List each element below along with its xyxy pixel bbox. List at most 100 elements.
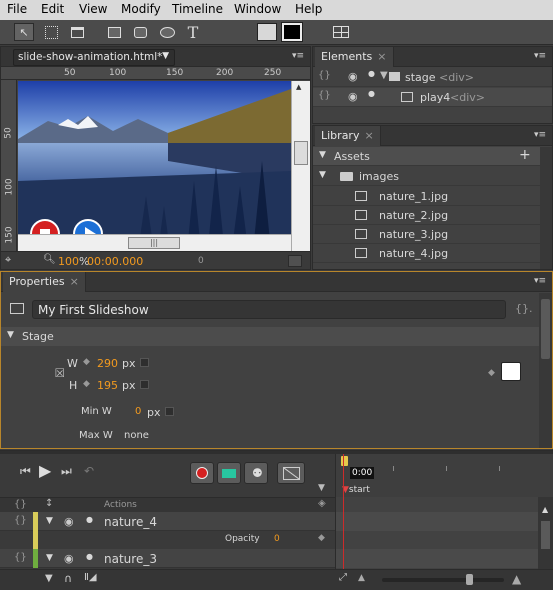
options-button[interactable] xyxy=(288,255,302,267)
eye-icon[interactable]: ◉ xyxy=(64,552,74,565)
horizontal-scrollbar[interactable]: ||| xyxy=(18,234,291,251)
max-width-value[interactable]: none xyxy=(124,430,149,441)
width-value[interactable]: 290 xyxy=(97,357,118,370)
zoom-in-icon[interactable]: ▲ xyxy=(512,572,521,586)
menu-window[interactable]: Window xyxy=(234,2,281,16)
pin-button[interactable]: ⚉ xyxy=(244,462,268,484)
vertical-scrollbar[interactable]: ▲ xyxy=(291,81,310,251)
crosshair-icon[interactable]: ⌖ xyxy=(5,253,11,267)
panel-menu-icon[interactable]: ▾≡ xyxy=(534,130,546,140)
property-value[interactable]: 0 xyxy=(274,534,280,544)
zoom-out-icon[interactable]: ▲ xyxy=(358,573,365,583)
height-unit[interactable]: px xyxy=(122,379,136,392)
filter-icon[interactable]: ▼ xyxy=(45,573,53,584)
close-icon[interactable]: × xyxy=(377,50,386,63)
keyframe-diamond-icon[interactable]: ◆ xyxy=(318,533,325,543)
time-ruler[interactable]: 0:00 ▼start xyxy=(335,454,553,497)
grid-snap-icon[interactable]: Ⅱ◢ xyxy=(84,572,97,583)
width-unit[interactable]: px xyxy=(122,357,136,370)
zoom-value[interactable]: 100 xyxy=(58,255,79,268)
file-row[interactable]: nature_2.jpg xyxy=(313,206,552,225)
lock-dot-icon[interactable]: ● xyxy=(86,552,93,561)
stage-canvas[interactable] xyxy=(18,81,291,251)
magnet-icon[interactable]: ∩ xyxy=(64,572,72,585)
disclosure-icon[interactable]: ▼ xyxy=(319,150,326,160)
actions-braces-icon[interactable]: {}. xyxy=(515,302,533,315)
rounded-rectangle-tool-icon[interactable] xyxy=(130,23,150,41)
scrollbar-thumb[interactable] xyxy=(541,299,550,359)
disclosure-icon[interactable]: ▼ xyxy=(46,516,53,526)
folder-row[interactable]: ▼ images xyxy=(313,167,552,186)
property-track-row[interactable]: Opacity 0 ◆ xyxy=(0,531,335,549)
tab-elements[interactable]: Elements × xyxy=(315,47,394,67)
panel-menu-icon[interactable]: ▾≡ xyxy=(292,51,304,61)
undo-icon[interactable]: ↶ xyxy=(84,464,94,478)
timeline-scrollbar[interactable]: ▲ xyxy=(538,497,553,569)
chevron-down-icon[interactable]: ▼ xyxy=(318,483,325,493)
auto-transition-button[interactable] xyxy=(217,462,241,484)
scrollbar-thumb[interactable]: ||| xyxy=(128,237,180,249)
rectangle-tool-icon[interactable] xyxy=(104,23,124,41)
file-row[interactable]: nature_4.jpg xyxy=(313,244,552,263)
text-tool-icon[interactable]: T xyxy=(183,23,203,42)
disclosure-icon[interactable]: ▼ xyxy=(380,70,388,81)
title-field[interactable]: My First Slideshow xyxy=(32,300,506,319)
timeline-zoom-slider[interactable] xyxy=(382,574,504,585)
document-tab[interactable]: slide-show-animation.html* ▼ xyxy=(13,49,175,66)
actions-braces-icon[interactable]: {} xyxy=(318,70,331,81)
transform-tool-icon[interactable] xyxy=(41,23,61,41)
properties-scrollbar[interactable] xyxy=(539,293,552,448)
actions-braces-icon[interactable]: {} xyxy=(14,515,27,526)
actions-braces-icon[interactable]: {} xyxy=(318,90,331,101)
add-icon[interactable]: + xyxy=(519,147,531,163)
track-row[interactable]: {} ▼ ◉ ● nature_3 xyxy=(0,549,335,568)
stage-color-swatch[interactable] xyxy=(501,362,521,381)
tab-properties[interactable]: Properties × xyxy=(3,272,86,292)
height-toggle[interactable] xyxy=(140,380,149,389)
min-width-value[interactable]: 0 xyxy=(135,406,141,417)
menu-modify[interactable]: Modify xyxy=(121,2,161,16)
link-dimensions-icon[interactable]: ⮽ xyxy=(55,366,65,381)
disclosure-icon[interactable]: ▼ xyxy=(7,330,14,340)
fit-icon[interactable]: ⤢ xyxy=(339,572,347,583)
min-width-unit[interactable]: px xyxy=(147,406,161,419)
panel-menu-icon[interactable]: ▾≡ xyxy=(534,51,546,61)
menu-file[interactable]: File xyxy=(7,2,27,16)
slider-thumb[interactable] xyxy=(466,574,473,585)
panel-menu-icon[interactable]: ▾≡ xyxy=(534,276,546,286)
actions-braces-icon[interactable]: {} xyxy=(14,499,27,510)
eye-icon[interactable]: ◉ xyxy=(64,515,74,528)
tab-library[interactable]: Library × xyxy=(315,126,381,146)
timeline-tracks-area[interactable] xyxy=(335,454,539,569)
element-row-stage[interactable]: {} ◉ ● ▼ stage <div> xyxy=(313,68,552,87)
min-width-toggle[interactable] xyxy=(165,407,174,416)
easing-button[interactable] xyxy=(277,462,305,484)
menu-help[interactable]: Help xyxy=(295,2,322,16)
disclosure-icon[interactable]: ▼ xyxy=(319,170,326,180)
library-scrollbar[interactable] xyxy=(540,147,552,269)
lock-dot-icon[interactable]: ● xyxy=(368,89,375,98)
file-row[interactable]: nature_3.jpg xyxy=(313,225,552,244)
scroll-up-icon[interactable]: ▲ xyxy=(296,83,301,91)
file-row[interactable]: nature_1.jpg xyxy=(313,187,552,206)
eye-icon[interactable]: ◉ xyxy=(348,70,358,83)
selection-tool-icon[interactable]: ↖ xyxy=(14,23,34,41)
play-icon[interactable]: ▶ xyxy=(39,461,51,480)
eye-icon[interactable]: ◉ xyxy=(348,90,358,103)
border-color-swatch[interactable] xyxy=(281,22,303,42)
track-row[interactable]: {} ▼ ◉ ● nature_4 xyxy=(0,512,335,531)
lock-dot-icon[interactable]: ● xyxy=(368,69,375,78)
auto-keyframe-button[interactable] xyxy=(190,462,214,484)
scrollbar-thumb[interactable] xyxy=(294,141,308,165)
lock-dot-icon[interactable]: ● xyxy=(86,515,93,524)
close-icon[interactable]: × xyxy=(364,129,373,142)
actions-braces-icon[interactable]: {} xyxy=(14,552,27,563)
expand-all-icon[interactable]: ↕ xyxy=(45,498,53,509)
scrollbar-thumb[interactable] xyxy=(541,521,550,549)
menu-timeline[interactable]: Timeline xyxy=(172,2,223,16)
menu-view[interactable]: View xyxy=(79,2,107,16)
element-row-play4[interactable]: {} ◉ ● play4 <div> xyxy=(313,88,552,107)
ellipse-tool-icon[interactable] xyxy=(157,23,177,41)
keyframe-diamond-icon[interactable]: ◆ xyxy=(83,379,90,389)
keyframe-diamond-icon[interactable]: ◆ xyxy=(83,357,90,367)
